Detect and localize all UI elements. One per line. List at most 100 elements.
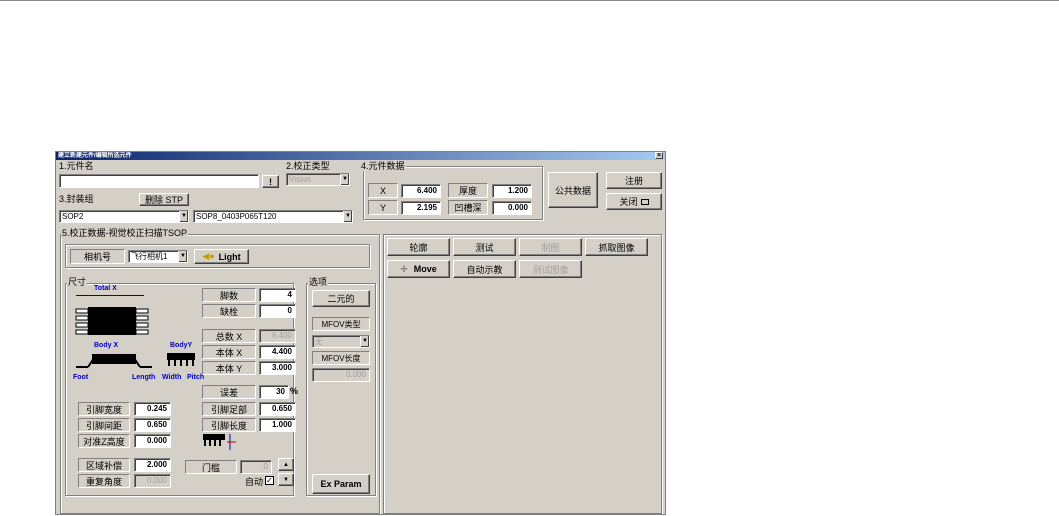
missing-pins-label: 缺栓 [202, 304, 256, 318]
diagram-total-x-label: Total X [94, 285, 117, 292]
tolerance-field[interactable]: 30 [259, 385, 289, 399]
missing-pins-field[interactable]: 0 [259, 304, 296, 318]
tolerance-unit: % [290, 386, 299, 396]
lead-width-label: 引脚宽度 [78, 402, 130, 416]
options-group [306, 283, 376, 496]
auto-label: 自动 [245, 477, 264, 487]
thickness-field[interactable]: 1.200 [492, 184, 532, 198]
package-part-select[interactable]: SOP8_0403P065T120 ▼ [193, 210, 353, 223]
close-button-label: 关闭 [619, 197, 638, 207]
chip-end-view-icon [165, 352, 197, 368]
repeat-angle-label: 重复角度 [78, 474, 130, 488]
test-button[interactable]: 测试 [453, 238, 516, 256]
options-group-label: 选项 [308, 277, 329, 287]
chevron-down-icon: ▼ [179, 211, 188, 222]
chip-side-view-icon [74, 351, 154, 369]
draw-button[interactable]: 制图 [519, 238, 582, 256]
mfov-type-select[interactable]: 无 ▼ [312, 335, 370, 348]
total-x-label: 总数 X [202, 329, 256, 343]
chevron-down-icon: ▼ [340, 174, 349, 185]
chevron-down-icon: ▼ [178, 251, 187, 262]
light-bulb-icon: ◀● [202, 251, 215, 261]
diagram-body-x-label: Body X [94, 342, 119, 349]
delete-stp-button[interactable]: 删除 STP [139, 193, 189, 206]
move-button-label: Move [413, 264, 437, 274]
tolerance-label: 误差 [202, 385, 256, 399]
total-x-dimension-line [76, 295, 144, 296]
threshold-field[interactable]: 0 [240, 460, 272, 474]
thickness-label: 厚度 [448, 183, 488, 198]
top-divider-line [0, 0, 1059, 1]
body-y-field[interactable]: 3.000 [259, 361, 296, 375]
diagram-foot-label: Foot [73, 374, 89, 381]
close-button[interactable]: 关闭 [606, 193, 662, 210]
y-value-field[interactable]: 2.195 [401, 201, 441, 215]
x-value-field[interactable]: 6.400 [401, 184, 441, 198]
x-label: X [368, 183, 398, 198]
lead-height-icon [202, 432, 238, 452]
diagram-width-label: Width [162, 374, 182, 381]
dialog-titlebar: 建立新建元件/编辑所选元件 × [56, 152, 665, 160]
lead-pitch-label: 引脚间距 [78, 418, 130, 432]
component-data-label: 4.元件数据 [360, 161, 406, 171]
close-icon[interactable]: × [655, 152, 663, 159]
diagram-body-y-label: BodyY [170, 342, 193, 349]
chip-top-view-icon [74, 304, 150, 338]
lead-pitch-field[interactable]: 0.650 [134, 418, 171, 432]
mfov-length-label: MFOV长度 [312, 351, 370, 365]
repeat-angle-field[interactable]: 0.000 [134, 474, 171, 488]
groove-depth-label: 凹槽深 [448, 200, 488, 215]
area-compensation-field[interactable]: 2.000 [134, 458, 171, 472]
arrow-down-icon: ▼ [283, 476, 289, 483]
binary-button[interactable]: 二元的 [312, 290, 370, 307]
calibration-type-label: 2.校正类型 [286, 161, 330, 171]
area-compensation-label: 区域补偿 [78, 458, 130, 472]
calibration-type-value: Vision [289, 175, 311, 184]
light-button-label: Light [218, 251, 241, 262]
chevron-down-icon: ▼ [343, 211, 352, 222]
threshold-down-button[interactable]: ▼ [278, 473, 294, 486]
test-image-button[interactable]: 测试图像 [519, 260, 582, 278]
lead-foot-field[interactable]: 0.650 [259, 402, 296, 416]
component-name-input[interactable] [59, 174, 259, 188]
lead-length-field[interactable]: 1.000 [259, 418, 296, 432]
align-z-height-label: 对准Z高度 [78, 434, 130, 448]
camera-value: 飞行相机1 [131, 252, 168, 261]
body-x-field[interactable]: 4.400 [259, 345, 296, 359]
create-component-dialog: 建立新建元件/编辑所选元件 × 1.元件名 ! 2.校正类型 Vision ▼ … [55, 151, 666, 515]
lookup-button[interactable]: ! [262, 175, 279, 188]
lead-width-field[interactable]: 0.245 [134, 402, 171, 416]
auto-checkbox[interactable]: ✓ [265, 476, 274, 485]
package-group-label: 3.封装组 [59, 194, 94, 204]
align-z-height-field[interactable]: 0.000 [134, 434, 171, 448]
package-part-value: SOP8_0403P065T120 [196, 212, 277, 221]
body-x-label: 本体 X [202, 345, 256, 359]
move-crosshair-icon: ✛ [400, 263, 408, 274]
mfov-type-value: 无 [315, 337, 323, 346]
light-button[interactable]: ◀● Light [194, 249, 249, 264]
camera-select[interactable]: 飞行相机1 ▼ [128, 250, 188, 263]
calibration-type-select[interactable]: Vision ▼ [286, 173, 350, 186]
calibration-data-label: 5.校正数据-视觉校正扫描TSOP [61, 228, 189, 238]
y-label: Y [368, 200, 398, 215]
component-name-label: 1.元件名 [59, 161, 94, 171]
diagram-pitch-label: Pitch [187, 374, 205, 381]
chevron-down-icon: ▼ [360, 336, 369, 347]
capture-image-button[interactable]: 抓取图像 [585, 238, 648, 256]
register-button[interactable]: 注册 [606, 172, 662, 189]
pin-count-field[interactable]: 4 [259, 288, 296, 302]
threshold-up-button[interactable]: ▲ [278, 458, 294, 471]
package-group-select[interactable]: SOP2 ▼ [59, 210, 189, 223]
move-button[interactable]: ✛ Move [387, 260, 450, 278]
lead-foot-label: 引脚足部 [202, 402, 256, 416]
ex-param-button[interactable]: Ex Param [312, 474, 370, 494]
groove-depth-field[interactable]: 0.000 [492, 201, 532, 215]
lead-length-label: 引脚长度 [202, 418, 256, 432]
common-data-button[interactable]: 公共数据 [548, 172, 598, 208]
mfov-length-field[interactable]: 0.000 [312, 368, 370, 382]
total-x-field[interactable]: 6.400 [259, 329, 296, 343]
contour-button[interactable]: 轮廓 [387, 238, 450, 256]
arrow-up-icon: ▲ [283, 461, 289, 468]
auto-teach-button[interactable]: 自动示教 [453, 260, 516, 278]
diagram-length-label: Length [132, 374, 156, 381]
